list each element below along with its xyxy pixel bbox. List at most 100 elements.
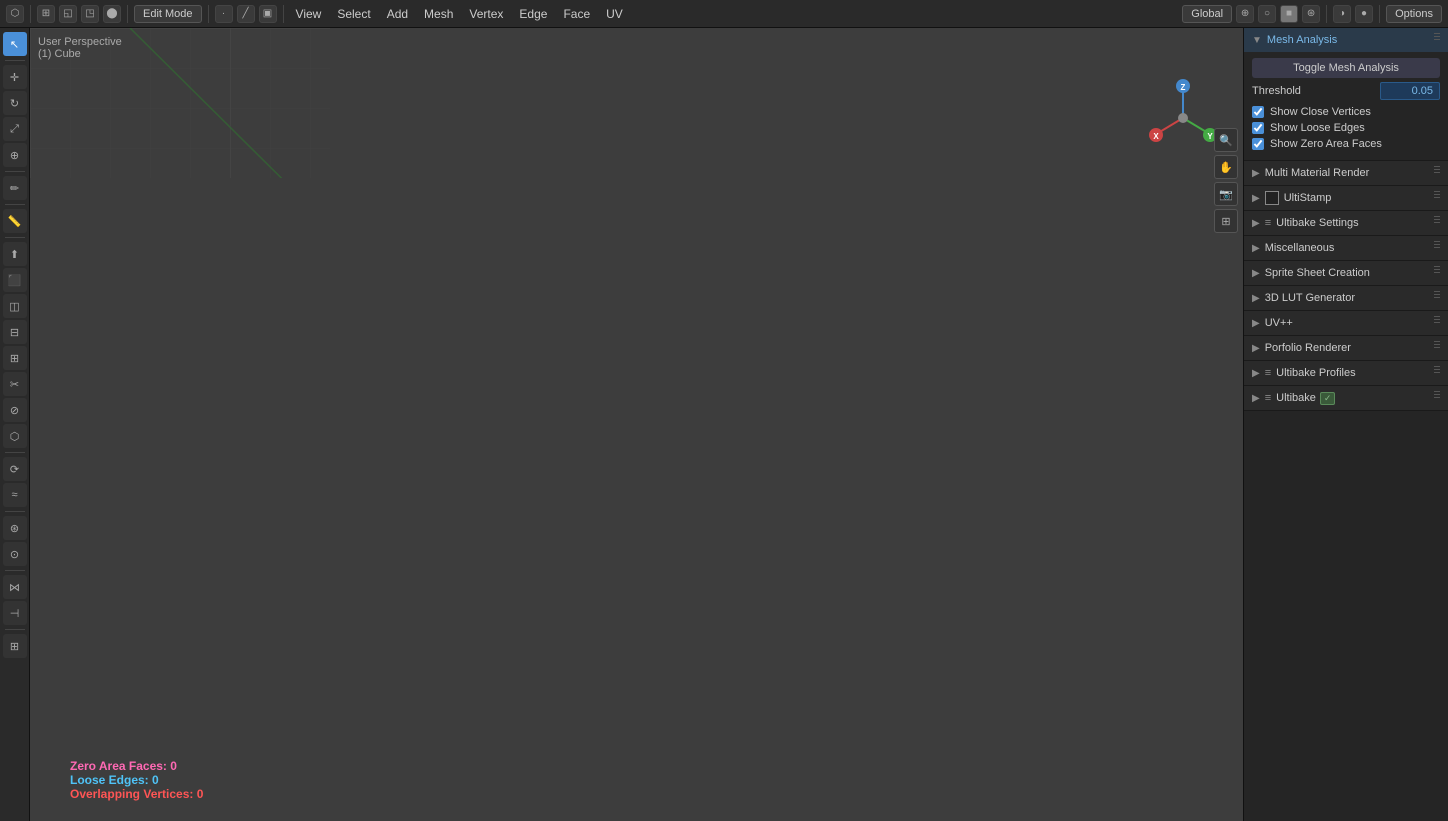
viewport[interactable]: User Perspective (1) Cube Z Y X 🔍 ✋ 📷 ⊞: [30, 28, 1243, 821]
show-loose-edges-checkbox[interactable]: [1252, 122, 1264, 134]
blender-logo-icon[interactable]: ⬡: [6, 5, 24, 23]
mesh-analysis-chevron: ▼: [1252, 35, 1262, 46]
poly-build-tool[interactable]: ⬡: [3, 424, 27, 448]
ultistamp-header[interactable]: ▶ UltiStamp: [1244, 186, 1448, 210]
navigation-gizmo[interactable]: Z Y X: [1143, 78, 1223, 158]
ultibake-profiles-drag[interactable]: [1434, 366, 1440, 380]
ultibake-profiles-label: Ultibake Profiles: [1276, 367, 1355, 379]
sprite-sheet-header[interactable]: ▶ Sprite Sheet Creation: [1244, 261, 1448, 285]
ultibake-settings-drag[interactable]: [1434, 216, 1440, 230]
portfolio-renderer-chevron: ▶: [1252, 343, 1260, 354]
show-close-vertices-row: Show Close Vertices: [1252, 106, 1440, 118]
mesh-analysis-content: Toggle Mesh Analysis Threshold Show Clos…: [1244, 52, 1448, 160]
ultibake-profiles-section: ▶ ≡ Ultibake Profiles: [1244, 361, 1448, 386]
ultibake-drag[interactable]: [1434, 391, 1440, 405]
show-close-vertices-label: Show Close Vertices: [1270, 106, 1371, 118]
proportional-icon[interactable]: ○: [1258, 5, 1276, 23]
miscellaneous-section: ▶ Miscellaneous: [1244, 236, 1448, 261]
viewport-camera-icon[interactable]: 📷: [1214, 182, 1238, 206]
knife-tool[interactable]: ✂: [3, 372, 27, 396]
viewport-zoom-icon[interactable]: 🔍: [1214, 128, 1238, 152]
uvpp-label: UV++: [1265, 317, 1293, 329]
menu-face[interactable]: Face: [557, 5, 596, 23]
move-tool[interactable]: ✛: [3, 65, 27, 89]
inset-tool[interactable]: ⬛: [3, 268, 27, 292]
menu-edge[interactable]: Edge: [513, 5, 553, 23]
uvpp-drag[interactable]: [1434, 316, 1440, 330]
miscellaneous-chevron: ▶: [1252, 243, 1260, 254]
color-icon[interactable]: ■: [1280, 5, 1298, 23]
menu-select[interactable]: Select: [331, 5, 376, 23]
toggle-mesh-analysis-button[interactable]: Toggle Mesh Analysis: [1252, 58, 1440, 78]
edge-select-icon[interactable]: ╱: [237, 5, 255, 23]
uvpp-chevron: ▶: [1252, 318, 1260, 329]
threshold-label: Threshold: [1252, 85, 1301, 97]
snap-icon[interactable]: ⊕: [1236, 5, 1254, 23]
ultibake-label: Ultibake: [1276, 392, 1316, 404]
viewport-shade-icon[interactable]: ◑: [1333, 5, 1351, 23]
menu-view[interactable]: View: [290, 5, 328, 23]
face-select-icon[interactable]: ▣: [259, 5, 277, 23]
portfolio-renderer-header[interactable]: ▶ Porfolio Renderer: [1244, 336, 1448, 360]
render-icon[interactable]: ●: [1355, 5, 1373, 23]
push-pull-tool[interactable]: ⊙: [3, 542, 27, 566]
multi-material-header[interactable]: ▶ Multi Material Render: [1244, 161, 1448, 185]
cursor-tool[interactable]: ↖: [3, 32, 27, 56]
header-icon-4[interactable]: ⬤: [103, 5, 121, 23]
show-loose-edges-row: Show Loose Edges: [1252, 122, 1440, 134]
misc-tool[interactable]: ⊞: [3, 634, 27, 658]
transform-tool[interactable]: ⊕: [3, 143, 27, 167]
menu-mesh[interactable]: Mesh: [418, 5, 459, 23]
extrude-tool[interactable]: ⬆: [3, 242, 27, 266]
ultistamp-checkbox-icon: [1265, 191, 1279, 205]
measure-tool[interactable]: 📏: [3, 209, 27, 233]
ultibake-section: ▶ ≡ Ultibake ✓: [1244, 386, 1448, 411]
annotate-tool[interactable]: ✏: [3, 176, 27, 200]
options-button[interactable]: Options: [1386, 5, 1442, 23]
miscellaneous-header[interactable]: ▶ Miscellaneous: [1244, 236, 1448, 260]
mesh-analysis-drag-handle[interactable]: [1434, 33, 1440, 47]
grid-background: [30, 28, 330, 178]
sprite-sheet-drag[interactable]: [1434, 266, 1440, 280]
smooth-tool[interactable]: ≈: [3, 483, 27, 507]
ultibake-settings-header[interactable]: ▶ ≡ Ultibake Settings: [1244, 211, 1448, 235]
show-zero-area-checkbox[interactable]: [1252, 138, 1264, 150]
bisect-tool[interactable]: ⊘: [3, 398, 27, 422]
threshold-input[interactable]: [1380, 82, 1440, 100]
shear-tool[interactable]: ⋈: [3, 575, 27, 599]
mesh-analysis-header[interactable]: ▼ Mesh Analysis: [1244, 28, 1448, 52]
lut-generator-drag[interactable]: [1434, 291, 1440, 305]
bevel-tool[interactable]: ◫: [3, 294, 27, 318]
portfolio-renderer-drag[interactable]: [1434, 341, 1440, 355]
lut-generator-header[interactable]: ▶ 3D LUT Generator: [1244, 286, 1448, 310]
offset-edge-tool[interactable]: ⊞: [3, 346, 27, 370]
scale-tool[interactable]: ⤢: [3, 117, 27, 141]
svg-text:Z: Z: [1181, 83, 1186, 92]
miscellaneous-drag[interactable]: [1434, 241, 1440, 255]
ultistamp-drag[interactable]: [1434, 191, 1440, 205]
transform-selector[interactable]: Global: [1182, 5, 1232, 23]
right-panel: ▼ Mesh Analysis Toggle Mesh Analysis Thr…: [1243, 28, 1448, 821]
header-icon-3[interactable]: ◳: [81, 5, 99, 23]
header-icon-1[interactable]: ⊞: [37, 5, 55, 23]
multi-material-drag[interactable]: [1434, 166, 1440, 180]
overlay-icon[interactable]: ⊛: [1302, 5, 1320, 23]
menu-vertex[interactable]: Vertex: [463, 5, 509, 23]
loop-cut-tool[interactable]: ⊟: [3, 320, 27, 344]
lut-generator-chevron: ▶: [1252, 293, 1260, 304]
viewport-grid-icon[interactable]: ⊞: [1214, 209, 1238, 233]
viewport-hand-icon[interactable]: ✋: [1214, 155, 1238, 179]
spin-tool[interactable]: ⟳: [3, 457, 27, 481]
menu-uv[interactable]: UV: [600, 5, 629, 23]
menu-add[interactable]: Add: [381, 5, 414, 23]
rotate-tool[interactable]: ↻: [3, 91, 27, 115]
edit-mode-selector[interactable]: Edit Mode: [134, 5, 202, 23]
rip-tool[interactable]: ⊣: [3, 601, 27, 625]
ultibake-header[interactable]: ▶ ≡ Ultibake ✓: [1244, 386, 1448, 410]
show-close-vertices-checkbox[interactable]: [1252, 106, 1264, 118]
ultibake-profiles-header[interactable]: ▶ ≡ Ultibake Profiles: [1244, 361, 1448, 385]
shrink-tool[interactable]: ⊛: [3, 516, 27, 540]
vertex-select-icon[interactable]: ·: [215, 5, 233, 23]
uvpp-header[interactable]: ▶ UV++: [1244, 311, 1448, 335]
header-icon-2[interactable]: ◱: [59, 5, 77, 23]
